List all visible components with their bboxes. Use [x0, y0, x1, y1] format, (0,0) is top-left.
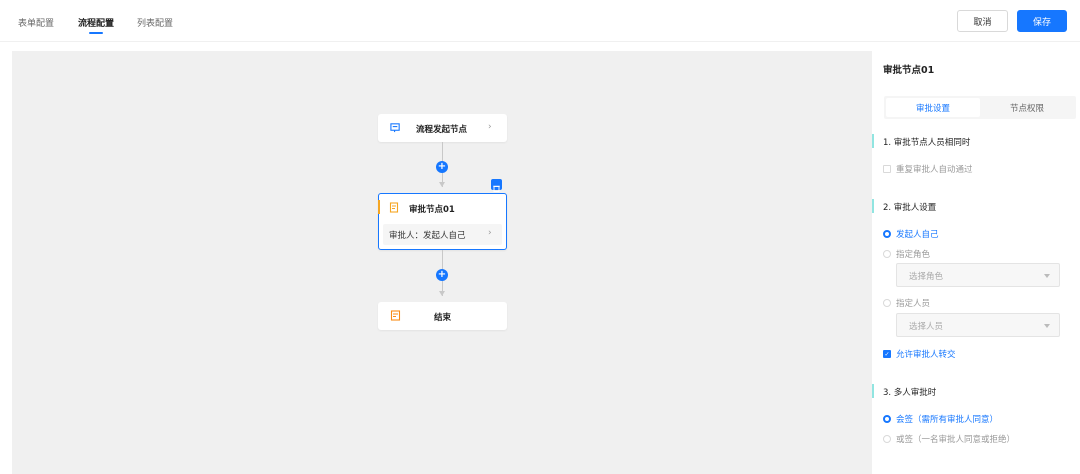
radio-icon — [883, 299, 891, 307]
active-tab-indicator — [89, 32, 103, 34]
radio-icon — [883, 250, 891, 258]
tab-approval-settings[interactable]: 审批设置 — [886, 98, 980, 117]
radio-or-sign[interactable]: 或签（一名审批人同意或拒绝） — [883, 433, 1015, 445]
countersign-label: 会签（需所有审批人同意） — [896, 415, 999, 425]
end-node-title: 结束 — [434, 313, 452, 323]
section1-title: 1. 审批节点人员相同时 — [883, 138, 971, 148]
tab-flow-config[interactable]: 流程配置 — [78, 16, 114, 29]
end-node-icon — [390, 310, 401, 321]
top-bar: 表单配置 流程配置 列表配置 取消 保存 — [0, 0, 1080, 42]
radio-initiator-label: 发起人自己 — [896, 230, 939, 240]
approve-node-title: 审批节点01 — [409, 205, 455, 215]
allow-transfer-checkbox[interactable]: ✓ 允许审批人转交 — [883, 348, 956, 360]
chevron-right-icon: › — [488, 228, 492, 238]
radio-role-label: 指定角色 — [896, 250, 931, 260]
start-node-icon — [390, 123, 400, 133]
tab-node-permissions[interactable]: 节点权限 — [980, 98, 1074, 117]
section-marker — [872, 384, 874, 398]
panel-segmented-tabs: 审批设置 节点权限 — [884, 96, 1076, 119]
save-button[interactable]: 保存 — [1017, 10, 1067, 32]
arrow-down-icon — [439, 182, 445, 187]
flow-approve-node[interactable]: 审批节点01 审批人：发起人自己 › — [378, 193, 507, 250]
auto-pass-label: 重复审批人自动通过 — [896, 165, 973, 175]
section-marker — [872, 199, 874, 213]
delete-node-trash-icon[interactable] — [491, 179, 502, 192]
add-node-plus-icon[interactable]: + — [436, 269, 448, 281]
start-node-title: 流程发起节点 — [416, 125, 468, 135]
or-sign-label: 或签（一名审批人同意或拒绝） — [896, 435, 1016, 445]
caret-down-icon — [1044, 274, 1050, 278]
node-status-bar — [378, 200, 380, 214]
flow-end-node[interactable]: 结束 — [378, 302, 507, 330]
section3-title: 3. 多人审批时 — [883, 388, 937, 398]
radio-selected-icon — [883, 230, 891, 238]
chevron-right-icon: › — [488, 122, 492, 132]
radio-icon — [883, 435, 891, 443]
radio-specified-role[interactable]: 指定角色 — [883, 248, 930, 260]
tab-list-config[interactable]: 列表配置 — [137, 16, 173, 29]
auto-pass-checkbox[interactable]: 重复审批人自动通过 — [883, 163, 973, 175]
approve-node-icon — [389, 202, 399, 213]
allow-transfer-label: 允许审批人转交 — [896, 350, 956, 360]
flow-start-node[interactable]: 流程发起节点 › — [378, 114, 507, 142]
approver-row[interactable]: 审批人：发起人自己 › — [383, 224, 502, 245]
caret-down-icon — [1044, 324, 1050, 328]
flow-canvas: 流程发起节点 › + 审批节点01 审批人：发起人自己 › + 结束 — [12, 51, 872, 474]
tab-form-config[interactable]: 表单配置 — [18, 16, 54, 29]
arrow-down-icon — [439, 291, 445, 296]
cancel-button[interactable]: 取消 — [957, 10, 1008, 32]
panel-title: 审批节点01 — [883, 65, 935, 76]
approver-label: 审批人：发起人自己 — [389, 231, 466, 241]
section-marker — [872, 134, 874, 148]
radio-initiator-self[interactable]: 发起人自己 — [883, 228, 939, 240]
add-node-plus-icon[interactable]: + — [436, 161, 448, 173]
radio-specified-person[interactable]: 指定人员 — [883, 297, 930, 309]
person-select-placeholder: 选择人员 — [909, 322, 944, 332]
node-settings-panel: 审批节点01 审批设置 节点权限 1. 审批节点人员相同时 重复审批人自动通过 … — [872, 51, 1080, 474]
radio-selected-icon — [883, 415, 891, 423]
section2-title: 2. 审批人设置 — [883, 203, 937, 213]
checkbox-checked-icon: ✓ — [883, 350, 891, 358]
radio-person-label: 指定人员 — [896, 299, 931, 309]
role-select-placeholder: 选择角色 — [909, 272, 944, 282]
person-select[interactable]: 选择人员 — [896, 313, 1060, 337]
role-select[interactable]: 选择角色 — [896, 263, 1060, 287]
checkbox-icon — [883, 165, 891, 173]
radio-countersign[interactable]: 会签（需所有审批人同意） — [883, 413, 998, 425]
